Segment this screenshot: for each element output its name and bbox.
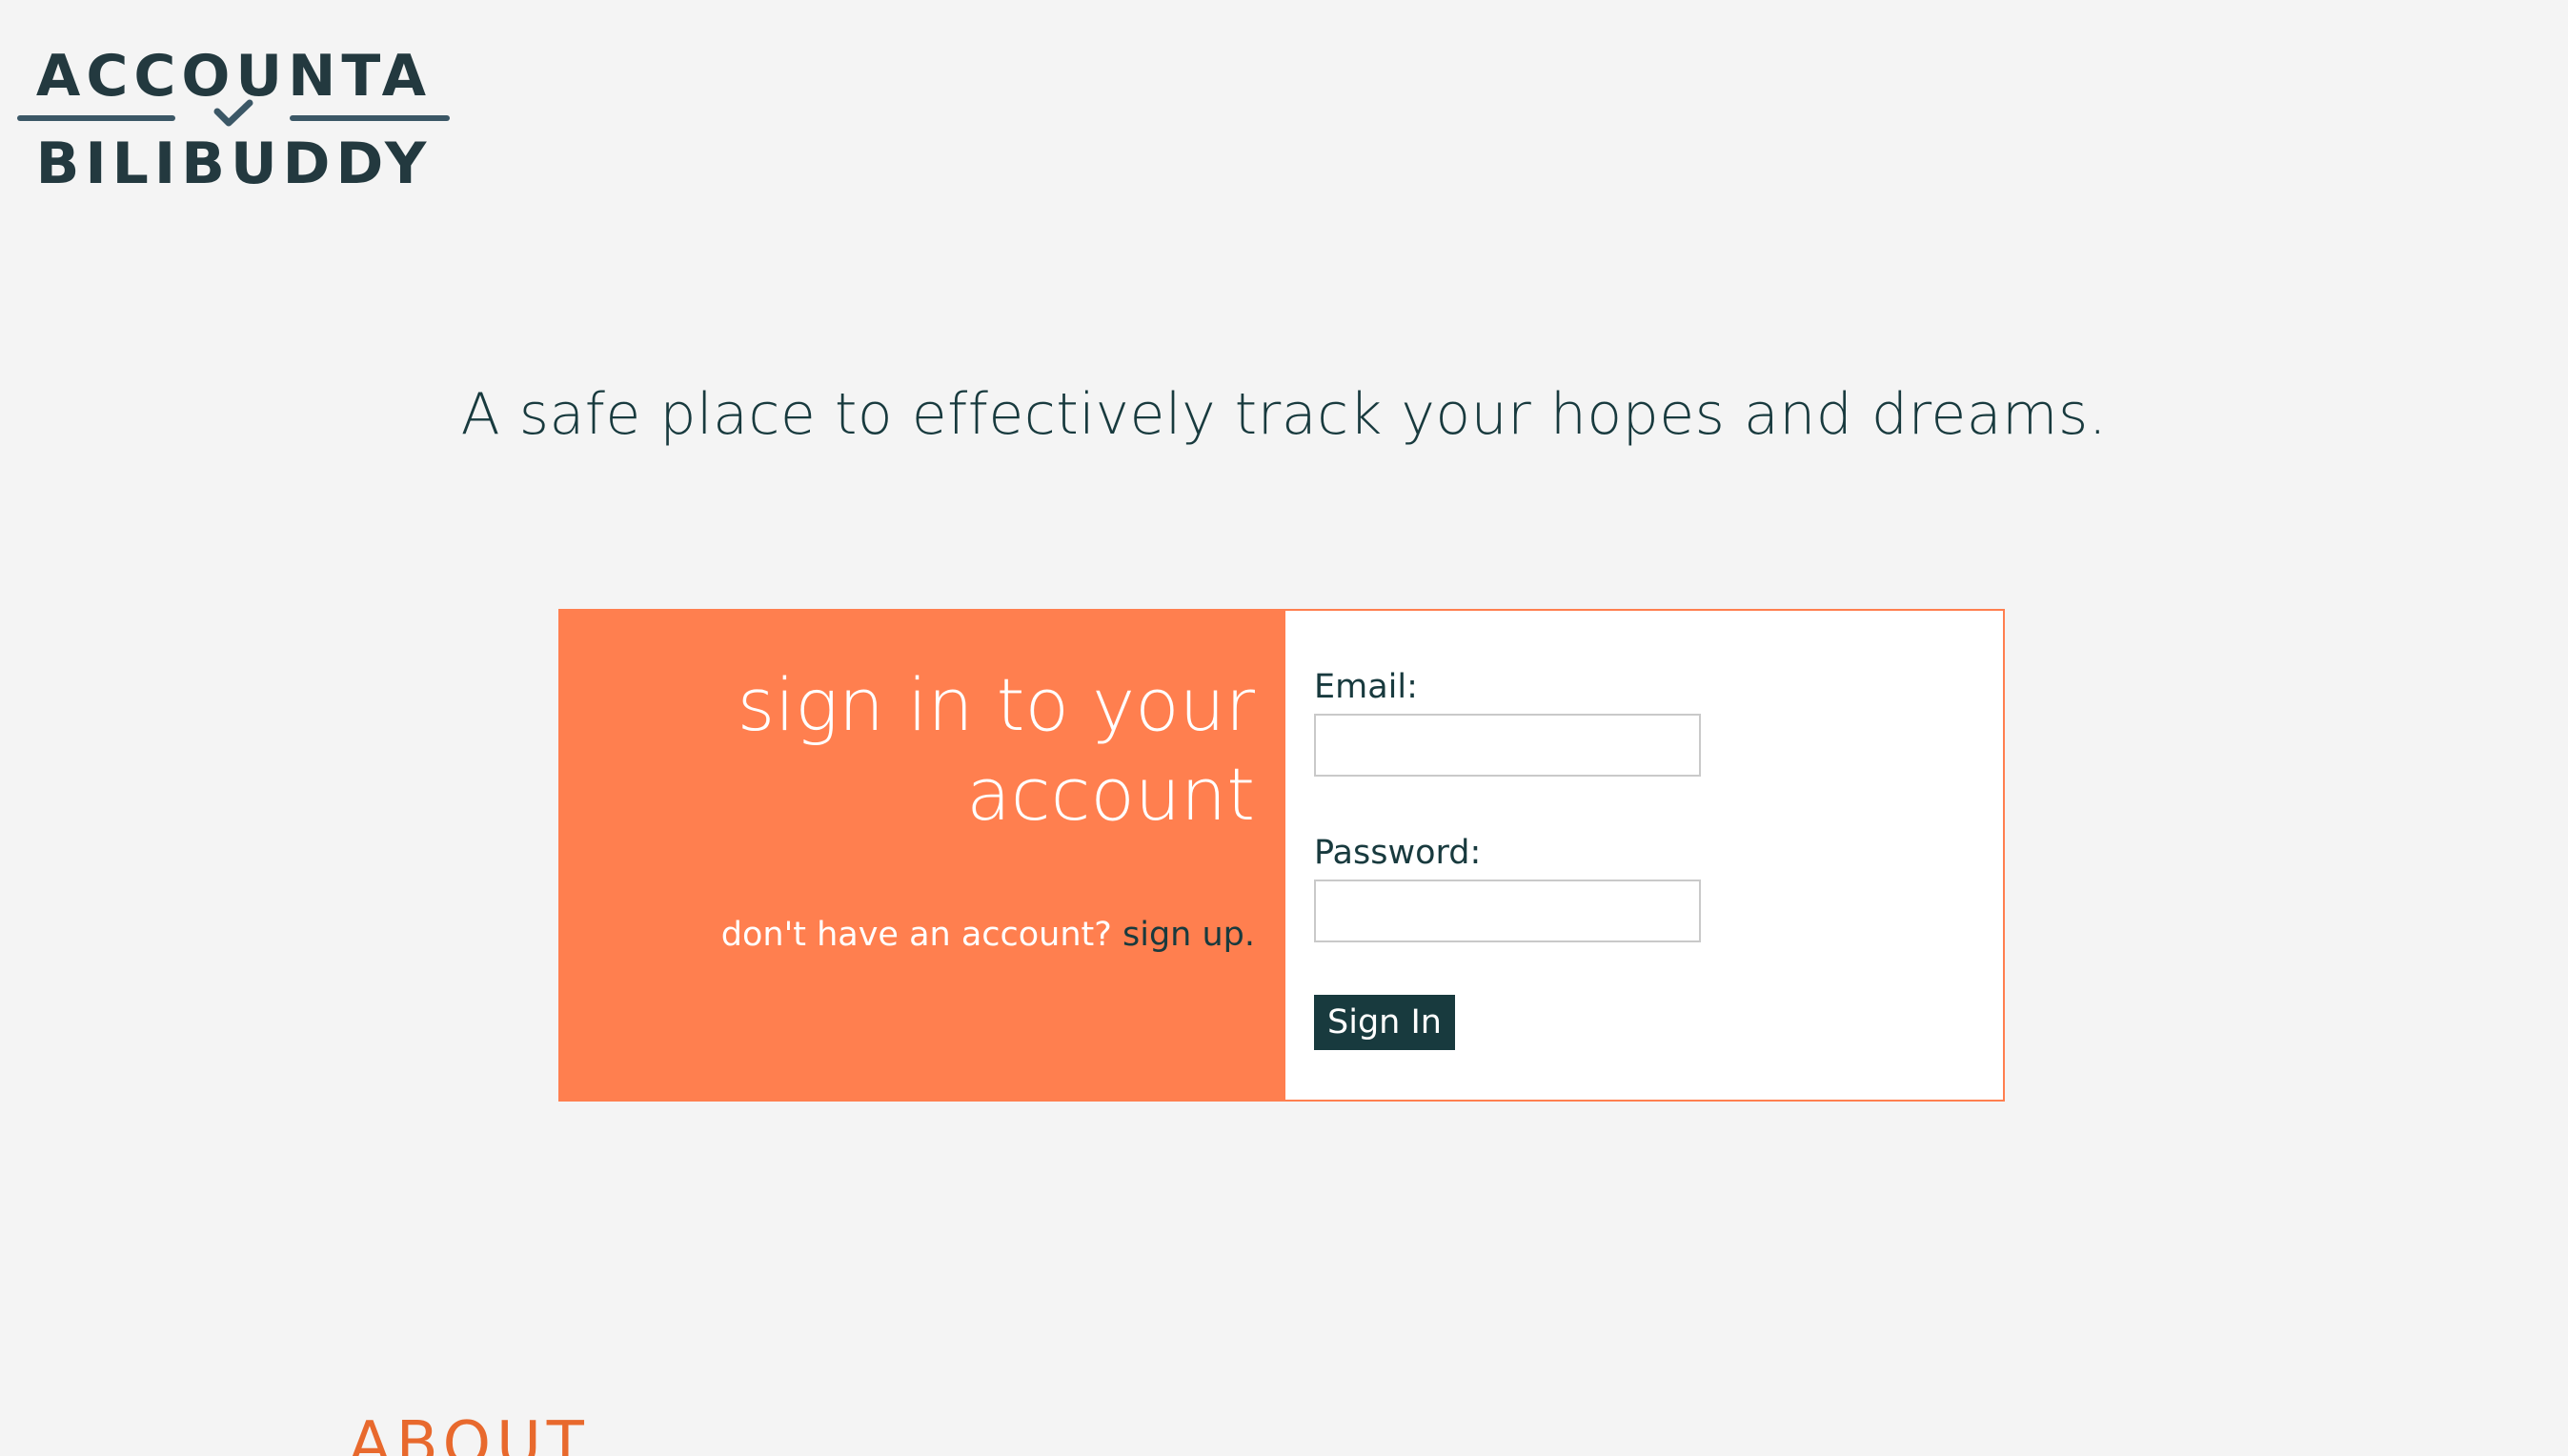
about-heading: ABOUT bbox=[349, 1409, 590, 1456]
signup-prompt-text: don't have an account? bbox=[720, 916, 1112, 954]
logo-bottom-word: BILIBUDDY bbox=[35, 131, 433, 197]
signin-heading: sign in to your account bbox=[737, 662, 1255, 837]
logo-divider-right bbox=[290, 115, 450, 121]
signup-prompt: don't have an account? sign up. bbox=[721, 916, 1255, 954]
signup-link[interactable]: sign up. bbox=[1122, 916, 1255, 954]
sign-in-button[interactable]: Sign In bbox=[1314, 995, 1455, 1050]
checkmark-icon bbox=[213, 99, 253, 127]
signin-card: sign in to your account don't have an ac… bbox=[558, 609, 2005, 1102]
email-label: Email: bbox=[1314, 668, 1418, 706]
password-label: Password: bbox=[1314, 834, 1482, 872]
page: ACCOUNTA BILIBUDDY A safe place to effec… bbox=[0, 0, 2568, 1456]
logo-top-word: ACCOUNTA bbox=[35, 43, 433, 110]
logo-divider-left bbox=[17, 115, 175, 121]
email-field[interactable] bbox=[1314, 714, 1701, 777]
logo[interactable]: ACCOUNTA BILIBUDDY bbox=[17, 38, 451, 200]
signin-card-intro: sign in to your account don't have an ac… bbox=[560, 611, 1285, 1100]
tagline: A safe place to effectively track your h… bbox=[460, 381, 2108, 448]
signin-form: Email: Password: Sign In bbox=[1285, 611, 2003, 1100]
password-field[interactable] bbox=[1314, 880, 1701, 942]
